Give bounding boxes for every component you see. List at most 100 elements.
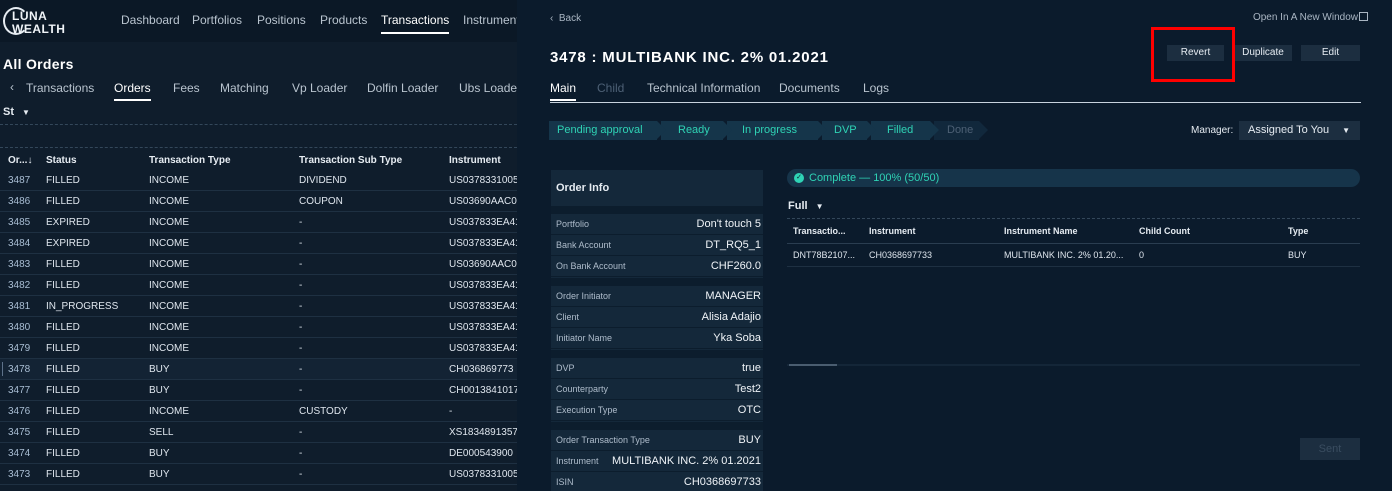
- cell-transaction-type: BUY: [149, 448, 170, 459]
- table-row[interactable]: 3475 FILLED SELL - XS1834891357: [0, 422, 517, 443]
- cell-transaction-sub-type: -: [299, 301, 303, 312]
- cell-order-id: 3476: [8, 406, 31, 417]
- manager-select[interactable]: Assigned To You ▼: [1239, 121, 1360, 140]
- child-col-instrument-name[interactable]: Instrument Name: [1004, 226, 1078, 236]
- child-col-transaction[interactable]: Transactio...: [793, 226, 846, 236]
- cell-order-id: 3483: [8, 259, 31, 270]
- nav-transactions[interactable]: Transactions: [381, 13, 450, 34]
- cell-transaction-type: SELL: [149, 427, 174, 438]
- chevron-left-icon[interactable]: ‹: [10, 80, 14, 94]
- status-filter[interactable]: St ▼: [3, 106, 30, 118]
- tab-documents[interactable]: Documents: [779, 81, 840, 95]
- scrollbar-thumb[interactable]: [789, 364, 837, 366]
- subtab-orders[interactable]: Orders: [114, 81, 151, 101]
- subtab-dolfin-loader[interactable]: Dolfin Loader: [367, 81, 438, 95]
- cell-transaction-sub-type: CUSTODY: [299, 406, 348, 417]
- table-row[interactable]: 3478 FILLED BUY - CH036869773: [0, 359, 517, 380]
- subtab-matching[interactable]: Matching: [220, 81, 269, 95]
- col-header-transaction-sub-type[interactable]: Transaction Sub Type: [299, 155, 402, 166]
- cell-transaction-type: BUY: [149, 385, 170, 396]
- duplicate-button[interactable]: Duplicate: [1234, 45, 1292, 61]
- table-row[interactable]: 3485 EXPIRED INCOME - US037833EA41: [0, 212, 517, 233]
- table-row[interactable]: 3476 FILLED INCOME CUSTODY -: [0, 401, 517, 422]
- info-label: ISIN: [556, 477, 574, 487]
- sent-button[interactable]: Sent: [1300, 438, 1360, 460]
- completion-status: ✓ Complete — 100% (50/50): [787, 169, 1360, 187]
- nav-positions[interactable]: Positions: [257, 13, 306, 27]
- tab-main[interactable]: Main: [550, 81, 577, 101]
- luna-wealth-logo[interactable]: LUNA WEALTH: [3, 6, 65, 36]
- child-cell-transaction[interactable]: DNT78B2107...: [793, 250, 855, 260]
- nav-dashboard[interactable]: Dashboard: [121, 13, 180, 27]
- cell-instrument: DE000543900: [449, 448, 513, 459]
- subtab-transactions[interactable]: Transactions: [26, 81, 94, 95]
- divider: [787, 218, 1360, 219]
- divider: [0, 147, 517, 148]
- nav-portfolios[interactable]: Portfolios: [192, 13, 242, 27]
- table-row[interactable]: 3474 FILLED BUY - DE000543900: [0, 443, 517, 464]
- col-header-order[interactable]: Or...↓: [8, 155, 32, 166]
- col-header-instrument[interactable]: Instrument: [449, 155, 501, 166]
- info-label: Counterparty: [556, 384, 609, 394]
- table-row[interactable]: 3484 EXPIRED INCOME - US037833EA41: [0, 233, 517, 254]
- child-cell-child-count[interactable]: 0: [1139, 250, 1144, 260]
- info-label: On Bank Account: [556, 261, 626, 271]
- table-row[interactable]: 3483 FILLED INCOME - US03690AAC0: [0, 254, 517, 275]
- open-new-window-link[interactable]: Open In A New Window: [1253, 12, 1358, 23]
- cell-transaction-type: BUY: [149, 469, 170, 480]
- completion-text: Complete — 100% (50/50): [809, 172, 940, 184]
- cell-order-id: 3478: [8, 364, 31, 375]
- table-row[interactable]: 3482 FILLED INCOME - US037833EA41: [0, 275, 517, 296]
- child-cell-type[interactable]: BUY: [1288, 250, 1307, 260]
- table-row[interactable]: 3486 FILLED INCOME COUPON US03690AAC0: [0, 191, 517, 212]
- cell-order-id: 3485: [8, 217, 31, 228]
- back-link[interactable]: ‹ Back: [550, 13, 581, 24]
- nav-products[interactable]: Products: [320, 13, 367, 27]
- group-separator: [551, 206, 763, 214]
- info-value: Alisia Adajio: [701, 311, 761, 323]
- cell-instrument: US037833EA41: [449, 238, 517, 249]
- child-cell-instrument[interactable]: CH0368697733: [869, 250, 932, 260]
- table-row[interactable]: 3487 FILLED INCOME DIVIDEND US0378331005: [0, 170, 517, 191]
- divider: [787, 243, 1360, 244]
- child-col-instrument[interactable]: Instrument: [869, 226, 916, 236]
- table-row[interactable]: 3481 IN_PROGRESS INCOME - US037833EA41: [0, 296, 517, 317]
- child-col-type[interactable]: Type: [1288, 226, 1308, 236]
- cell-order-id: 3484: [8, 238, 31, 249]
- view-filter-select[interactable]: Full ▼: [788, 200, 823, 212]
- info-value: true: [742, 362, 761, 374]
- cell-transaction-sub-type: -: [299, 343, 303, 354]
- info-value: Yka Soba: [713, 332, 761, 344]
- cell-order-id: 3487: [8, 175, 31, 186]
- step-pending-approval: Pending approval: [549, 121, 666, 140]
- info-value: BUY: [738, 434, 761, 446]
- cell-transaction-type: INCOME: [149, 322, 189, 333]
- subtab-vp-loader[interactable]: Vp Loader: [292, 81, 347, 95]
- table-row[interactable]: 3473 FILLED BUY - US0378331005: [0, 464, 517, 485]
- child-col-child-count[interactable]: Child Count: [1139, 226, 1190, 236]
- cell-transaction-sub-type: COUPON: [299, 196, 343, 207]
- table-row[interactable]: 3480 FILLED INCOME - US037833EA41: [0, 317, 517, 338]
- child-cell-instrument-name[interactable]: MULTIBANK INC. 2% 01.20...: [1004, 250, 1123, 260]
- external-link-icon[interactable]: [1359, 12, 1368, 21]
- info-value: DT_RQ5_1: [705, 239, 761, 251]
- col-header-transaction-type[interactable]: Transaction Type: [149, 155, 231, 166]
- step-filled: Filled: [871, 121, 939, 140]
- info-row: Initiator Name Yka Soba: [551, 328, 763, 349]
- cell-instrument: US037833EA41: [449, 280, 517, 291]
- col-header-status[interactable]: Status: [46, 155, 77, 166]
- check-circle-icon: ✓: [794, 173, 804, 183]
- tab-logs[interactable]: Logs: [863, 81, 889, 95]
- table-row[interactable]: 3479 FILLED INCOME - US037833EA41: [0, 338, 517, 359]
- table-row[interactable]: 3477 FILLED BUY - CH0013841017: [0, 380, 517, 401]
- horizontal-scrollbar[interactable]: [787, 364, 1360, 366]
- edit-button[interactable]: Edit: [1301, 45, 1360, 61]
- info-row: ISIN CH0368697733: [551, 472, 763, 491]
- subtab-fees[interactable]: Fees: [173, 81, 200, 95]
- group-separator: [551, 278, 763, 286]
- cell-transaction-type: BUY: [149, 364, 170, 375]
- nav-instruments[interactable]: Instruments: [463, 13, 517, 27]
- cell-transaction-sub-type: -: [299, 217, 303, 228]
- subtab-ubs-loader[interactable]: Ubs Loader: [459, 81, 517, 95]
- tab-technical-information[interactable]: Technical Information: [647, 81, 760, 95]
